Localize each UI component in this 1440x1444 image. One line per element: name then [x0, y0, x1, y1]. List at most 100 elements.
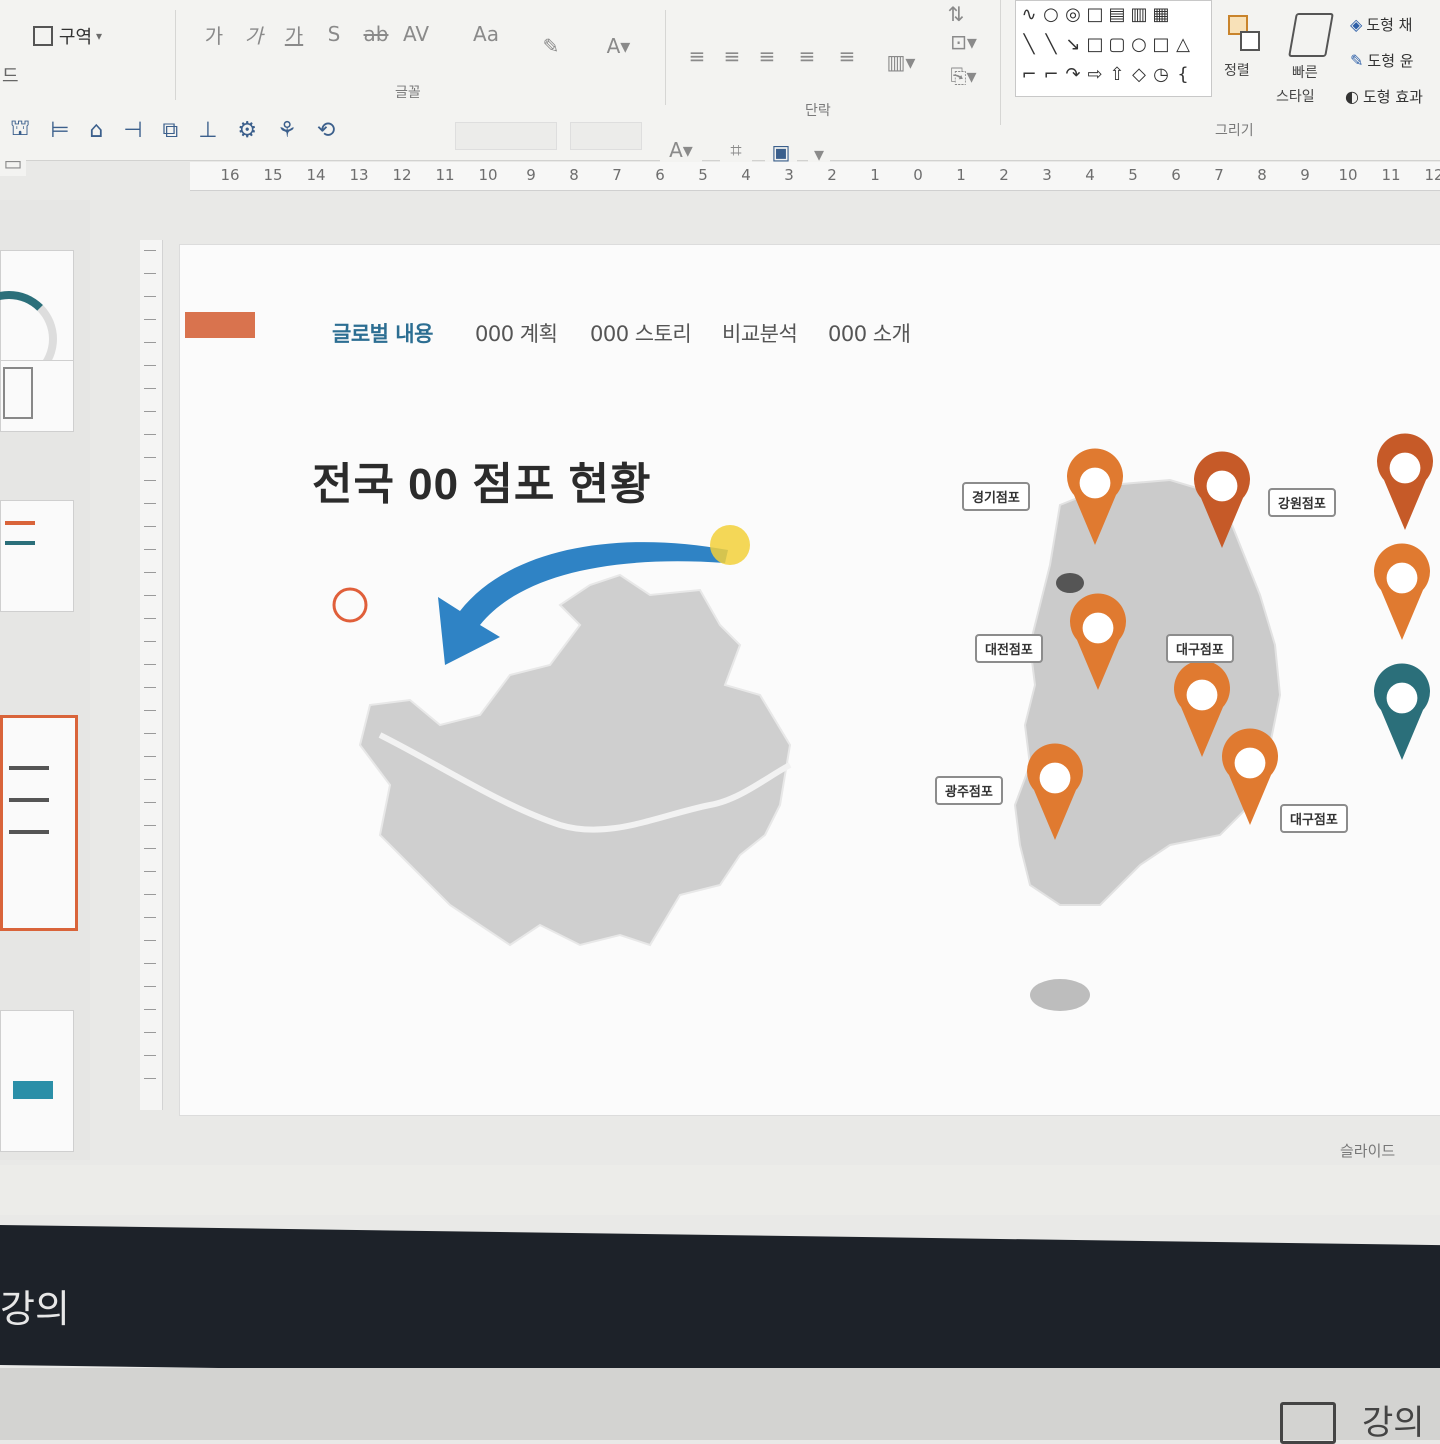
- strikethrough-button[interactable]: ab: [360, 20, 392, 48]
- section-dropdown[interactable]: 구역 ▾: [14, 22, 121, 50]
- ungroup-icon[interactable]: ⚘: [277, 118, 297, 143]
- line-shape-icon[interactable]: ╲: [1018, 33, 1040, 55]
- callout-shape-icon[interactable]: ◷: [1150, 63, 1172, 85]
- status-notes-label[interactable]: 슬라이드: [1340, 1140, 1395, 1161]
- elbow-connector-icon[interactable]: ⌐: [1040, 63, 1062, 85]
- rounded-rectangle-icon[interactable]: ▢: [1106, 33, 1128, 55]
- donut-shape-icon[interactable]: ◎: [1062, 3, 1084, 25]
- arrow-line-icon[interactable]: ↘: [1062, 33, 1084, 55]
- shadow-button[interactable]: S: [320, 20, 348, 48]
- align-center-objects-icon[interactable]: ⌂: [89, 118, 103, 143]
- smartart-button[interactable]: ⎘▾: [940, 62, 987, 90]
- region-label-gwangju[interactable]: 광주점포: [935, 776, 1003, 805]
- shapes-gallery[interactable]: ∿ ○ ◎ □ ▤ ▥ ▦ ╲ ╲ ↘ □ ▢ ○ □ △ ⌐ ⌐ ↷ ⇨ ⇧ …: [1015, 0, 1212, 97]
- align-right-objects-icon[interactable]: ⊣: [123, 118, 142, 143]
- char-spacing-button[interactable]: AV: [400, 20, 432, 48]
- up-arrow-shape-icon[interactable]: ⇧: [1106, 63, 1128, 85]
- quick-style-button[interactable]: [1285, 4, 1337, 66]
- arrange-button[interactable]: [1218, 2, 1268, 64]
- region-label-daegu[interactable]: 대구점포: [1166, 634, 1234, 663]
- collapse-pane-button[interactable]: ▭: [0, 150, 26, 176]
- smartart-icon: ⎘▾: [950, 64, 977, 88]
- ruler-tick: [144, 940, 156, 941]
- align-text-button[interactable]: ⊡▾: [940, 28, 987, 56]
- char-spacing-icon: AV: [402, 22, 430, 46]
- distribute-button[interactable]: ≡: [835, 42, 859, 70]
- region-label-gyeonggi[interactable]: 경기점포: [962, 482, 1030, 511]
- ruler-tick-label: 2: [827, 166, 837, 184]
- brace-shape-icon[interactable]: {: [1172, 63, 1194, 85]
- rectangle-shape-icon[interactable]: □: [1084, 3, 1106, 25]
- align-left-button[interactable]: ≡: [685, 42, 709, 70]
- highlight-button[interactable]: ✎: [530, 32, 572, 60]
- taskbar-text: 강의: [0, 1287, 70, 1331]
- triangle-shape-icon[interactable]: △: [1172, 33, 1194, 55]
- rotate-icon[interactable]: ⟲: [317, 118, 335, 143]
- elbow-connector-icon[interactable]: ⌐: [1018, 63, 1040, 85]
- quick-style-label: 빠른: [1292, 65, 1318, 81]
- oval-shape-icon[interactable]: ○: [1040, 3, 1062, 25]
- align-objects-icon[interactable]: ⛫: [10, 116, 30, 144]
- shape-outline-button[interactable]: ✎ 도형 윤: [1350, 50, 1414, 71]
- badge-thumbnail-icon: [13, 1081, 53, 1099]
- align-left-objects-icon[interactable]: ⊨: [50, 118, 69, 143]
- ruler-tick-label: 6: [1171, 166, 1181, 184]
- justify-button[interactable]: ≡: [795, 42, 819, 70]
- slide-thumbnail[interactable]: [0, 360, 74, 432]
- bold-button[interactable]: 가: [200, 20, 228, 48]
- ruler-tick-label: 12: [392, 166, 412, 184]
- shape-fill-button[interactable]: ◈ 도형 채: [1350, 14, 1412, 35]
- rectangle-shape-icon[interactable]: □: [1150, 33, 1172, 55]
- slide-thumbnail[interactable]: [0, 500, 74, 612]
- table-shape-icon[interactable]: ▦: [1150, 3, 1172, 25]
- ruler-tick: [144, 503, 156, 504]
- slide-graphics: [332, 478, 1282, 1011]
- slide-thumbnail-selected[interactable]: [0, 715, 78, 931]
- font-name-input[interactable]: [455, 122, 557, 150]
- underline-button[interactable]: 가: [280, 20, 308, 48]
- ruler-tick: [144, 1009, 156, 1010]
- korea-map-shape: [1013, 478, 1282, 906]
- drawing-group-label: 그리기: [1215, 123, 1254, 139]
- textbox-shape-icon[interactable]: ▤: [1106, 3, 1128, 25]
- shape-effect-button[interactable]: ◐ 도형 효과: [1345, 86, 1423, 107]
- curved-connector-icon[interactable]: ↷: [1062, 63, 1084, 85]
- arrow-line-icon[interactable]: ╲: [1040, 33, 1062, 55]
- align-center-button[interactable]: ≡: [720, 42, 744, 70]
- region-label-daejeon[interactable]: 대전점포: [975, 634, 1043, 663]
- text-direction-button[interactable]: ⇅: [940, 0, 972, 28]
- rectangle-shape-icon[interactable]: □: [1084, 33, 1106, 55]
- ruler-tick: [144, 618, 156, 619]
- ruler-tick: [144, 917, 156, 918]
- right-arrow-shape-icon[interactable]: ⇨: [1084, 63, 1106, 85]
- ruler-tick: [144, 710, 156, 711]
- ribbon: 구역 ▾ 드 가 가 가 S ab AV Aa ✎ A▾ 글꼴 ≡ ≡ ≡ ≡ …: [0, 0, 1440, 176]
- font-color-button[interactable]: A▾: [595, 32, 642, 60]
- font-color-quick-button[interactable]: A▾: [660, 136, 702, 164]
- collapse-icon: ▭: [3, 151, 23, 175]
- ruler-tick: [144, 434, 156, 435]
- align-bottom-icon[interactable]: ⊥: [198, 118, 217, 143]
- freeform-shape-icon[interactable]: ∿: [1018, 3, 1040, 25]
- vertical-textbox-icon[interactable]: ▥: [1128, 3, 1150, 25]
- clipboard-icon: [1280, 1402, 1336, 1444]
- group-icon[interactable]: ⚙: [237, 118, 257, 143]
- flowchart-shape-icon[interactable]: ◇: [1128, 63, 1150, 85]
- legend-thumbnail-line: [9, 798, 49, 802]
- ruler-tick: [144, 848, 156, 849]
- columns-button[interactable]: ▥▾: [880, 48, 922, 76]
- ruler-tick: [144, 549, 156, 550]
- status-bar: [0, 1165, 1440, 1215]
- oval-shape-icon[interactable]: ○: [1128, 33, 1150, 55]
- slide-thumbnail[interactable]: [0, 1010, 74, 1152]
- align-right-icon: ≡: [758, 44, 776, 68]
- font-size-input[interactable]: [570, 122, 642, 150]
- align-right-button[interactable]: ≡: [755, 42, 779, 70]
- region-label-daegu-2[interactable]: 대구점포: [1280, 804, 1348, 833]
- crop-button[interactable]: ⌗: [720, 136, 752, 164]
- ruler-tick: [144, 319, 156, 320]
- italic-button[interactable]: 가: [240, 20, 268, 48]
- change-case-button[interactable]: Aa: [465, 20, 507, 48]
- region-label-gangwon[interactable]: 강원점포: [1268, 488, 1336, 517]
- distribute-objects-icon[interactable]: ⧉: [163, 118, 179, 143]
